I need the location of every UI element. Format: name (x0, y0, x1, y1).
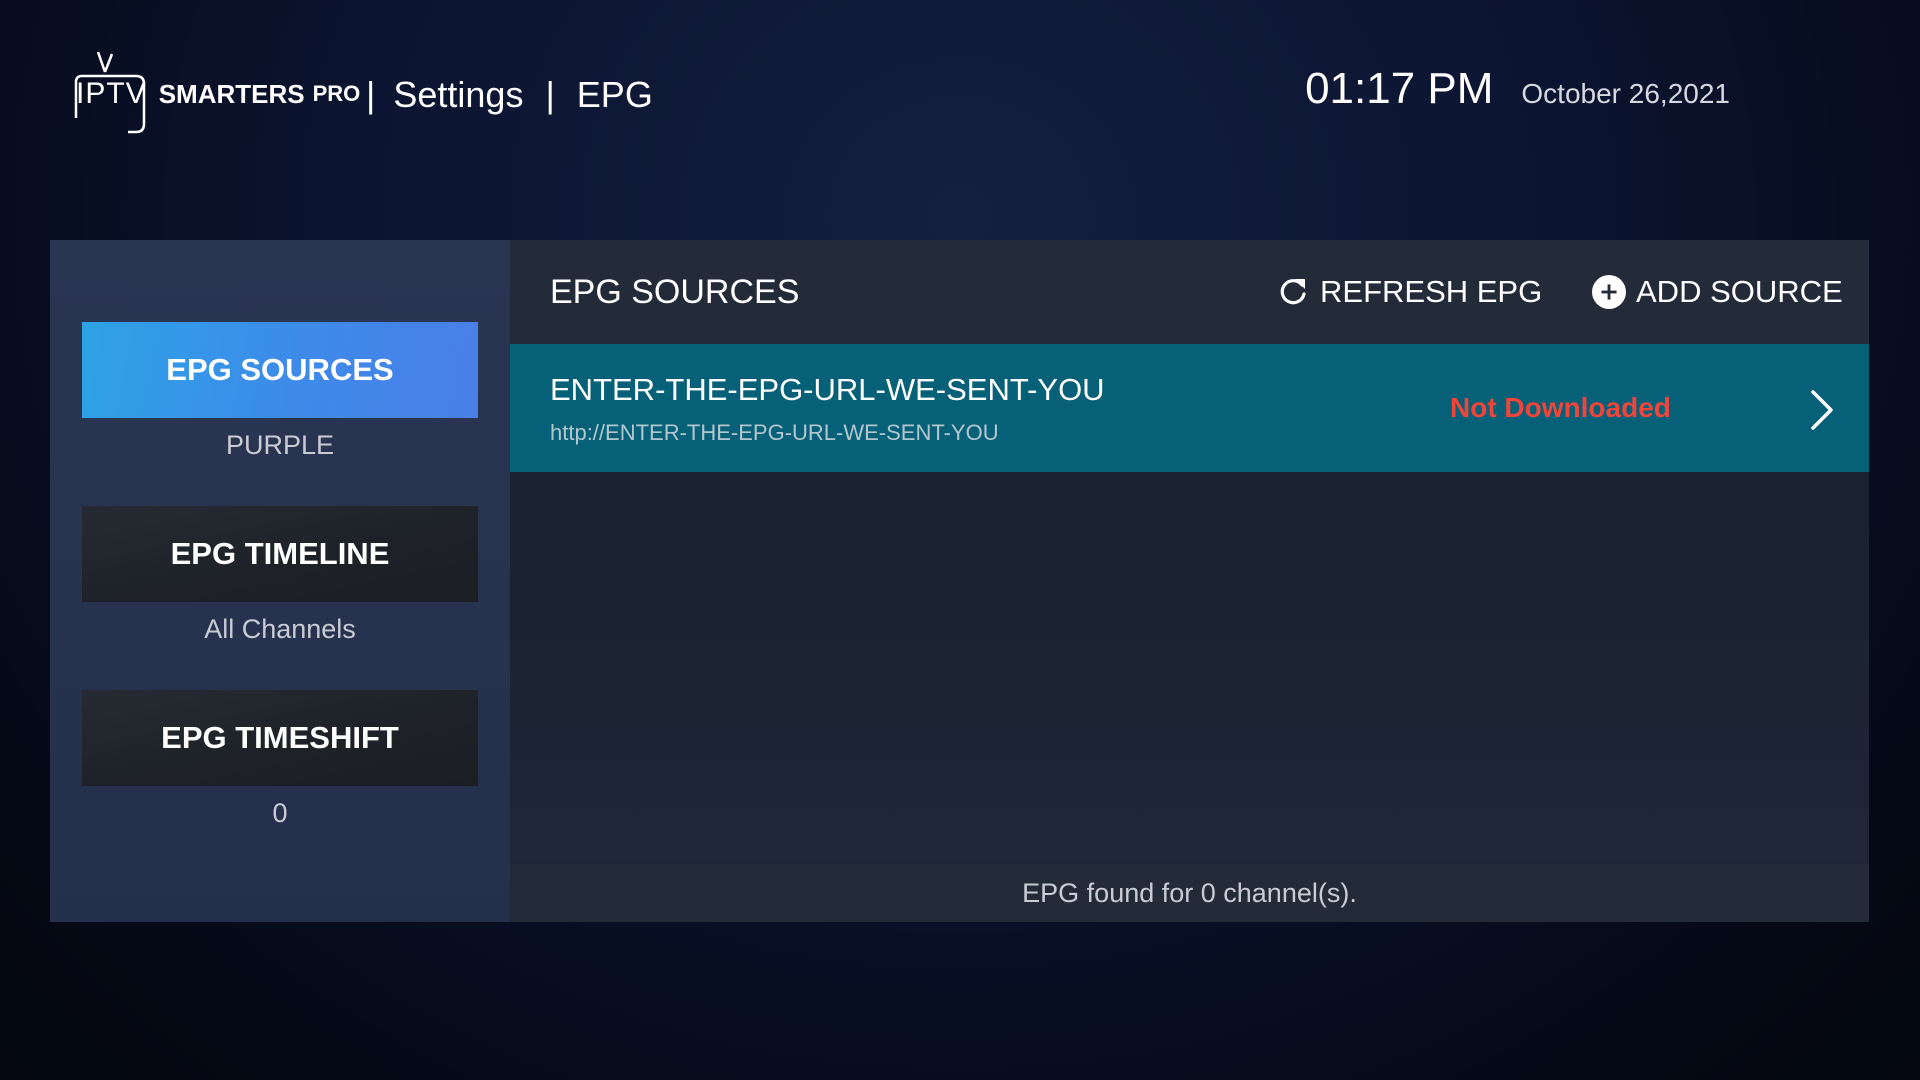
epg-source-status: Not Downloaded (1450, 392, 1671, 423)
epg-settings-screen: IPTV SMARTERS PRO | Settings | EPG 01:17… (0, 0, 1920, 1080)
content-header: EPG SOURCES REFRESH EPG ADD SOURCE (510, 240, 1869, 344)
current-time: 01:17 PM (1305, 64, 1494, 113)
sidebar-group-epg-timeline: EPG TIMELINE All Channels (82, 506, 478, 645)
chevron-right-icon (1811, 390, 1833, 430)
sidebar-group-epg-sources: EPG SOURCES PURPLE (82, 322, 478, 461)
plus-circle-icon (1592, 275, 1626, 309)
logo-tv-mark: IPTV (72, 52, 151, 134)
content-area: EPG SOURCES REFRESH EPG ADD SOURCE ENTER… (510, 240, 1869, 922)
epg-sources-value: PURPLE (225, 430, 335, 460)
refresh-icon (1280, 279, 1306, 305)
tv-frame-icon (74, 74, 146, 134)
add-source-label: ADD SOURCE (1636, 274, 1843, 309)
clock: 01:17 PM October 26,2021 (1305, 64, 1730, 114)
section-title: EPG SOURCES (550, 272, 800, 311)
epg-source-row[interactable]: ENTER-THE-EPG-URL-WE-SENT-YOU http://ENT… (510, 344, 1869, 472)
epg-source-name: ENTER-THE-EPG-URL-WE-SENT-YOU (550, 372, 1105, 407)
epg-status-footer: EPG found for 0 channel(s). (510, 864, 1869, 922)
refresh-epg-label: REFRESH EPG (1320, 274, 1543, 309)
epg-timeshift-value: 0 (272, 798, 288, 828)
sidebar-group-epg-timeshift: EPG TIMESHIFT 0 (82, 690, 478, 829)
epg-sources-button[interactable]: EPG SOURCES (82, 322, 478, 418)
logo-smarters-text: SMARTERS (158, 78, 305, 109)
add-source-button[interactable]: ADD SOURCE (1592, 274, 1843, 310)
breadcrumb-separator: | (545, 74, 555, 115)
breadcrumb: | Settings | EPG (358, 74, 653, 116)
app-logo: IPTV SMARTERS PRO (72, 48, 360, 140)
current-date: October 26,2021 (1521, 78, 1730, 109)
breadcrumb-settings: Settings (393, 74, 524, 115)
epg-timeshift-button[interactable]: EPG TIMESHIFT (82, 690, 478, 786)
epg-timeline-button[interactable]: EPG TIMELINE (82, 506, 478, 602)
breadcrumb-separator: | (366, 74, 376, 115)
settings-panel: EPG SOURCES PURPLE EPG TIMELINE All Chan… (50, 240, 1869, 922)
top-header: IPTV SMARTERS PRO | Settings | EPG 01:17… (72, 44, 1848, 144)
epg-source-url: http://ENTER-THE-EPG-URL-WE-SENT-YOU (550, 420, 999, 445)
sidebar: EPG SOURCES PURPLE EPG TIMELINE All Chan… (50, 240, 510, 922)
refresh-epg-button[interactable]: REFRESH EPG (1276, 274, 1542, 310)
breadcrumb-epg: EPG (576, 74, 653, 115)
epg-found-count-text: EPG found for 0 channel(s). (1022, 877, 1357, 908)
antenna-icon (96, 52, 114, 73)
epg-source-list-empty-area (510, 472, 1869, 862)
logo-pro-text: PRO (312, 81, 361, 106)
epg-timeline-value: All Channels (204, 614, 356, 644)
